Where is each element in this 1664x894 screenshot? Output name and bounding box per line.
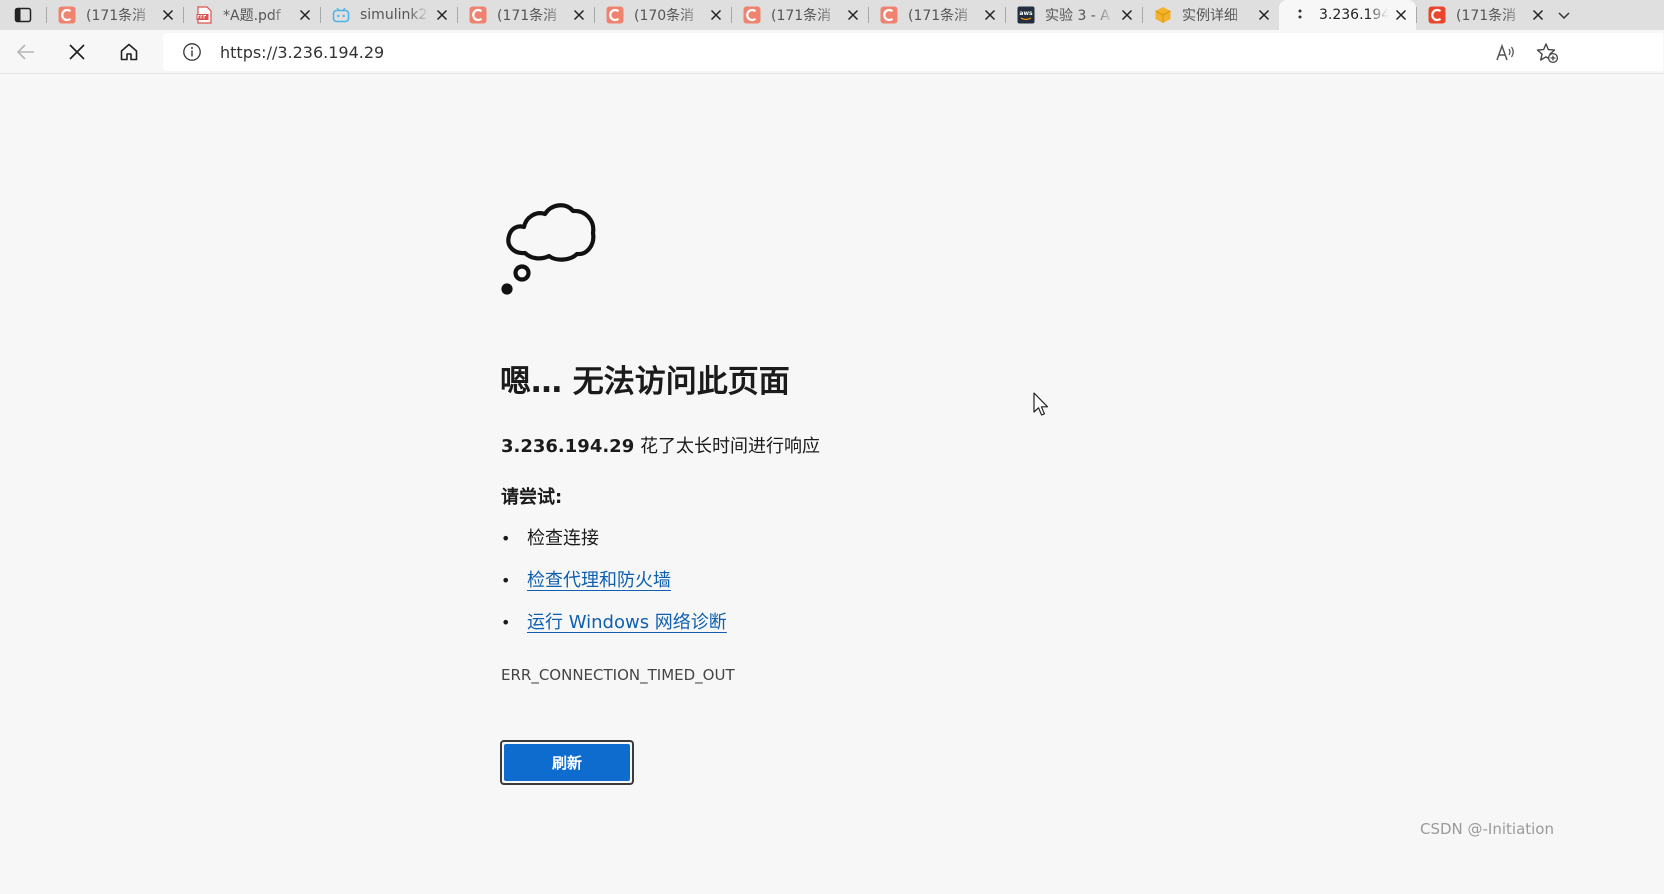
tab-title: simulink2	[360, 7, 428, 23]
csdn-icon	[58, 6, 76, 24]
error-message: 花了太长时间进行响应	[634, 436, 820, 457]
site-info-icon[interactable]	[181, 41, 203, 63]
tab-title: 3.236.194	[1319, 7, 1388, 23]
tab-strip: (171条消 *A题.pdf simulink2 (171条消 (170条消 (…	[0, 0, 1664, 30]
pdf-icon	[195, 6, 213, 24]
tab-title: 实验 3 - A	[1045, 8, 1110, 24]
tab-title: (171条消	[908, 8, 969, 24]
refresh-button-focus-ring: 刷新	[500, 740, 634, 785]
chevron-down-icon	[1558, 12, 1570, 20]
close-icon[interactable]	[844, 6, 862, 24]
tab-title: *A题.pdf	[223, 8, 281, 24]
bilibili-icon	[332, 6, 350, 24]
tab-title: (171条消	[771, 8, 832, 24]
close-icon[interactable]	[1529, 6, 1547, 24]
home-button[interactable]	[112, 36, 146, 68]
run-diagnostics-link[interactable]: 运行 Windows 网络诊断	[527, 612, 727, 633]
try-label: 请尝试:	[501, 487, 563, 508]
close-icon[interactable]	[159, 6, 177, 24]
check-proxy-link[interactable]: 检查代理和防火墙	[527, 570, 671, 591]
error-heading: 嗯… 无法访问此页面	[500, 364, 790, 400]
close-icon[interactable]	[1118, 6, 1136, 24]
csdn-icon	[1428, 6, 1446, 24]
close-icon[interactable]	[296, 6, 314, 24]
tab[interactable]: simulink2	[320, 0, 457, 30]
read-aloud-icon[interactable]	[1494, 41, 1518, 65]
tab-title: (171条消	[1456, 8, 1517, 24]
tab-title: 实例详细	[1182, 8, 1238, 24]
arrow-left-icon	[16, 44, 34, 60]
csdn-icon	[469, 6, 487, 24]
aws-icon: aws	[1017, 6, 1035, 24]
csdn-icon	[880, 6, 898, 24]
add-favorite-icon[interactable]	[1536, 41, 1560, 65]
suggestion-text: 检查连接	[527, 528, 599, 549]
tab[interactable]: (171条消	[868, 0, 1005, 30]
tab[interactable]: 实例详细	[1142, 0, 1279, 30]
tab[interactable]: *A题.pdf	[183, 0, 320, 30]
tab-list-more-button[interactable]	[1553, 0, 1587, 30]
stop-loading-button[interactable]	[60, 36, 94, 68]
error-description: 3.236.194.29 花了太长时间进行响应	[501, 432, 820, 458]
close-icon[interactable]	[433, 6, 451, 24]
csdn-icon	[743, 6, 761, 24]
close-icon[interactable]	[981, 6, 999, 24]
close-icon[interactable]	[707, 6, 725, 24]
suggestion-list: 检查连接 检查代理和防火墙 运行 Windows 网络诊断	[501, 526, 727, 652]
tab[interactable]: aws 实验 3 - A	[1005, 0, 1142, 30]
close-icon	[69, 44, 85, 60]
address-bar[interactable]: https://3.236.194.29	[163, 33, 1663, 71]
error-host: 3.236.194.29	[501, 436, 635, 457]
cube-icon	[1154, 6, 1172, 24]
tab-actions-icon	[14, 7, 32, 23]
tab-actions-button[interactable]	[0, 0, 46, 30]
tab[interactable]: (171条消	[457, 0, 594, 30]
tab-title: (171条消	[86, 8, 147, 24]
browser-toolbar: https://3.236.194.29	[0, 30, 1664, 74]
tab-list: (171条消 *A题.pdf simulink2 (171条消 (170条消 (…	[46, 0, 1553, 30]
mouse-cursor-icon	[1033, 392, 1049, 416]
back-button[interactable]	[9, 36, 43, 68]
url-text[interactable]: https://3.236.194.29	[220, 43, 384, 62]
tab-title: (171条消	[497, 8, 558, 24]
tab[interactable]: (171条消	[1416, 0, 1553, 30]
thought-cloud-icon	[501, 203, 596, 295]
tab[interactable]: (170条消	[594, 0, 731, 30]
suggestion-check-proxy: 检查代理和防火墙	[501, 568, 727, 610]
error-code: ERR_CONNECTION_TIMED_OUT	[501, 666, 735, 684]
close-icon[interactable]	[1392, 6, 1410, 24]
loading-icon	[1291, 6, 1309, 24]
tab-active[interactable]: 3.236.194	[1279, 0, 1416, 30]
suggestion-run-diagnostics: 运行 Windows 网络诊断	[501, 610, 727, 652]
tab-title: (170条消	[634, 8, 695, 24]
tab[interactable]: (171条消	[731, 0, 868, 30]
csdn-icon	[606, 6, 624, 24]
suggestion-check-connection: 检查连接	[501, 526, 727, 568]
watermark: CSDN @-Initiation	[1419, 820, 1554, 838]
svg-text:aws: aws	[1019, 10, 1033, 17]
home-icon	[120, 43, 138, 61]
tab[interactable]: (171条消	[46, 0, 183, 30]
close-icon[interactable]	[570, 6, 588, 24]
close-icon[interactable]	[1255, 6, 1273, 24]
refresh-button[interactable]: 刷新	[504, 744, 630, 781]
